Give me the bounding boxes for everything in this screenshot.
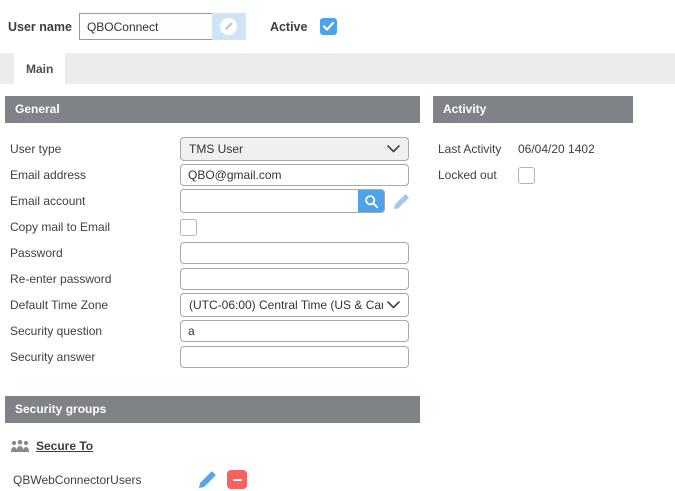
email-account-input-group bbox=[180, 189, 385, 213]
email-address-label: Email address bbox=[10, 168, 180, 182]
active-label: Active bbox=[270, 20, 308, 34]
activity-rows: Last Activity 06/04/20 1402 Locked out bbox=[433, 123, 633, 188]
secure-to-link[interactable]: Secure To bbox=[10, 439, 420, 453]
email-account-edit-button[interactable] bbox=[393, 193, 410, 210]
username-label: User name bbox=[8, 20, 72, 34]
chevron-down-icon bbox=[387, 145, 400, 153]
locked-out-checkbox[interactable] bbox=[518, 167, 535, 184]
password-label: Password bbox=[10, 246, 180, 260]
activity-section-header: Activity bbox=[433, 96, 633, 123]
email-address-row: Email address bbox=[10, 162, 420, 188]
security-groups-body: Secure To QBWebConnectorUsers bbox=[5, 423, 420, 489]
security-groups-section: Security groups Secure To QBWebConnector… bbox=[5, 396, 420, 489]
pencil-in-circle-icon bbox=[219, 17, 238, 36]
minus-icon bbox=[233, 479, 242, 481]
search-icon bbox=[364, 194, 379, 209]
user-type-label: User type bbox=[10, 142, 180, 156]
main-content: General User type TMS User Email address… bbox=[0, 84, 675, 489]
time-zone-label: Default Time Zone bbox=[10, 298, 180, 312]
member-remove-button[interactable] bbox=[227, 470, 247, 489]
secure-to-label: Secure To bbox=[36, 439, 93, 453]
email-account-label: Email account bbox=[10, 194, 180, 208]
email-account-search-button[interactable] bbox=[358, 190, 384, 212]
people-group-icon bbox=[10, 439, 30, 453]
time-zone-row: Default Time Zone (UTC-06:00) Central Ti… bbox=[10, 292, 420, 318]
general-column: General User type TMS User Email address… bbox=[5, 96, 420, 489]
time-zone-select[interactable]: (UTC-06:00) Central Time (US & Canada) bbox=[180, 293, 409, 317]
tab-main[interactable]: Main bbox=[14, 53, 65, 84]
security-question-label: Security question bbox=[10, 324, 180, 338]
reenter-password-input[interactable] bbox=[180, 268, 409, 290]
username-edit-button[interactable] bbox=[212, 13, 246, 40]
password-input[interactable] bbox=[180, 242, 409, 264]
chevron-down-icon bbox=[387, 301, 400, 309]
security-question-input[interactable] bbox=[180, 320, 409, 342]
email-address-input[interactable] bbox=[180, 164, 409, 186]
password-row: Password bbox=[10, 240, 420, 266]
username-input[interactable] bbox=[79, 13, 212, 40]
user-header-bar: User name Active bbox=[0, 0, 675, 53]
activity-column: Activity Last Activity 06/04/20 1402 Loc… bbox=[433, 96, 633, 489]
pencil-icon bbox=[198, 470, 217, 489]
reenter-password-label: Re-enter password bbox=[10, 272, 180, 286]
security-answer-label: Security answer bbox=[10, 350, 180, 364]
copy-mail-checkbox[interactable] bbox=[180, 219, 197, 236]
tab-strip: Main bbox=[0, 53, 675, 84]
last-activity-value: 06/04/20 1402 bbox=[518, 142, 595, 156]
last-activity-label: Last Activity bbox=[438, 142, 518, 156]
last-activity-row: Last Activity 06/04/20 1402 bbox=[438, 136, 633, 162]
user-type-value: TMS User bbox=[189, 142, 383, 156]
username-input-group bbox=[79, 13, 246, 40]
security-answer-input[interactable] bbox=[180, 346, 409, 368]
locked-out-label: Locked out bbox=[438, 168, 518, 182]
general-section-header: General bbox=[5, 96, 420, 123]
copy-mail-row: Copy mail to Email bbox=[10, 214, 420, 240]
security-group-member-row: QBWebConnectorUsers bbox=[10, 470, 420, 489]
user-type-row: User type TMS User bbox=[10, 136, 420, 162]
time-zone-value: (UTC-06:00) Central Time (US & Canada) bbox=[189, 298, 383, 312]
locked-out-row: Locked out bbox=[438, 162, 633, 188]
general-form: User type TMS User Email address Email a… bbox=[5, 123, 420, 383]
security-groups-section-header: Security groups bbox=[5, 396, 420, 423]
security-question-row: Security question bbox=[10, 318, 420, 344]
active-checkbox[interactable] bbox=[320, 18, 337, 35]
copy-mail-label: Copy mail to Email bbox=[10, 220, 180, 234]
user-type-select[interactable]: TMS User bbox=[180, 137, 409, 161]
member-name: QBWebConnectorUsers bbox=[13, 473, 198, 487]
reenter-password-row: Re-enter password bbox=[10, 266, 420, 292]
security-answer-row: Security answer bbox=[10, 344, 420, 370]
email-account-input[interactable] bbox=[181, 190, 358, 212]
checkmark-icon bbox=[323, 22, 334, 31]
email-account-row: Email account bbox=[10, 188, 420, 214]
member-edit-button[interactable] bbox=[198, 470, 217, 489]
pencil-icon bbox=[393, 193, 410, 210]
